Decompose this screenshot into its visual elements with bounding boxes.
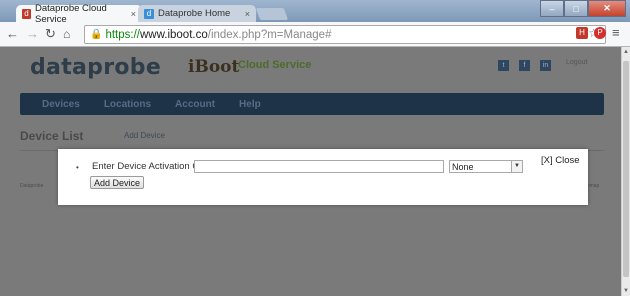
- page-viewport: dataprobe iBoot Cloud Service t f in Log…: [0, 47, 622, 296]
- close-window-icon[interactable]: ✕: [588, 0, 626, 17]
- tab-dataprobe-cloud-service[interactable]: d Dataprobe Cloud Service ×: [16, 3, 142, 25]
- extension-icon[interactable]: H: [576, 27, 588, 39]
- browser-toolbar: ← → ↻ ⌂ 🔒 https://www.iboot.co/index.php…: [0, 22, 630, 47]
- url-host: www.iboot.co: [139, 28, 208, 41]
- twitter-icon[interactable]: t: [498, 60, 509, 71]
- maximize-icon[interactable]: □: [564, 0, 588, 17]
- page-title: Device List: [20, 129, 84, 143]
- dataprobe-logo[interactable]: dataprobe: [30, 55, 161, 80]
- dataprobe-favicon-icon: d: [22, 8, 32, 19]
- minimize-icon[interactable]: –: [540, 0, 564, 17]
- nav-account[interactable]: Account: [175, 99, 215, 110]
- footer-left-text: Dataprobe: [20, 183, 44, 189]
- tab-close-icon[interactable]: ×: [131, 9, 136, 19]
- nav-locations[interactable]: Locations: [104, 99, 151, 110]
- forward-icon[interactable]: →: [26, 26, 39, 42]
- add-device-button[interactable]: Add Device: [90, 176, 145, 189]
- menu-icon[interactable]: ≡: [612, 25, 620, 40]
- new-tab-button[interactable]: [255, 8, 289, 20]
- logout-link[interactable]: Logout: [566, 59, 587, 66]
- location-select-value: None: [452, 161, 474, 172]
- linkedin-icon[interactable]: in: [540, 60, 551, 71]
- tab-label: Dataprobe Home: [158, 8, 231, 19]
- cloud-service-title: Cloud Service: [238, 59, 312, 71]
- scrollbar-thumb[interactable]: [623, 61, 629, 277]
- lock-icon: 🔒: [90, 29, 103, 40]
- scroll-up-icon[interactable]: ▲: [622, 49, 630, 55]
- nav-devices[interactable]: Devices: [42, 99, 80, 110]
- activation-code-input[interactable]: [194, 160, 444, 173]
- facebook-icon[interactable]: f: [519, 60, 530, 71]
- url-path: /index.php?m=Manage#: [207, 28, 332, 41]
- pinterest-icon[interactable]: P: [594, 27, 606, 39]
- close-dialog-button[interactable]: [X] Close: [541, 155, 580, 166]
- window-controls: – □ ✕: [540, 0, 626, 17]
- location-select[interactable]: None ▼: [449, 160, 523, 173]
- chevron-down-icon[interactable]: ▼: [511, 161, 522, 172]
- add-device-dialog: • Enter Device Activation Code None ▼ Ad…: [58, 149, 588, 205]
- reload-icon[interactable]: ↻: [45, 26, 56, 42]
- address-bar[interactable]: 🔒 https://www.iboot.co/index.php?m=Manag…: [84, 25, 606, 44]
- scroll-down-icon[interactable]: ▼: [622, 288, 630, 294]
- tab-dataprobe-home[interactable]: d Dataprobe Home ×: [138, 5, 256, 22]
- browser-titlebar: d Dataprobe Cloud Service × d Dataprobe …: [0, 0, 630, 25]
- dataprobe-home-favicon-icon: d: [144, 8, 154, 19]
- url-scheme: https://: [105, 28, 140, 41]
- nav-help[interactable]: Help: [239, 99, 261, 110]
- back-icon[interactable]: ←: [6, 26, 19, 42]
- site-nav: Devices Locations Account Help: [20, 93, 604, 115]
- iboot-logo: iBoot: [188, 57, 240, 77]
- site-header: dataprobe iBoot Cloud Service t f in Log…: [0, 47, 622, 93]
- add-device-link[interactable]: Add Device: [124, 131, 165, 140]
- bullet: •: [76, 163, 79, 172]
- page-scrollbar[interactable]: ▲ ▼: [621, 47, 630, 296]
- tab-close-icon[interactable]: ×: [245, 9, 250, 19]
- home-icon[interactable]: ⌂: [63, 26, 70, 42]
